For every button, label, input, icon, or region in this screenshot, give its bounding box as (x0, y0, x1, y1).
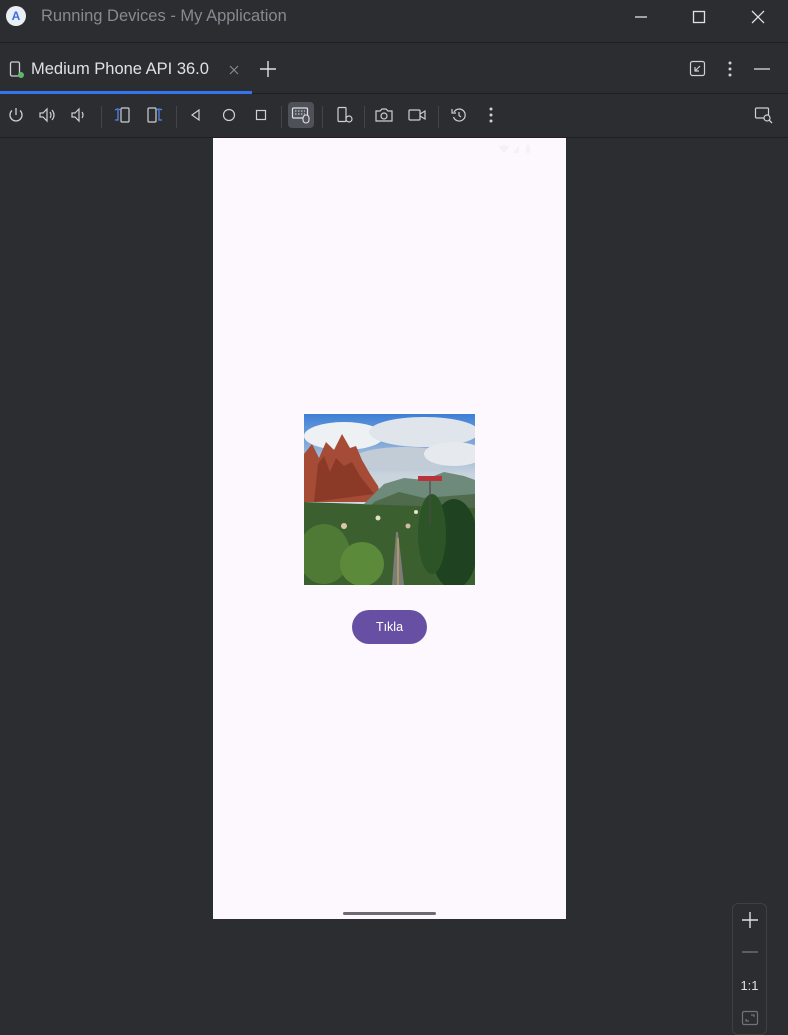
rotate-left-icon (114, 107, 130, 123)
device-explorer-button[interactable] (751, 102, 777, 128)
actual-size-button[interactable]: 1:1 (733, 970, 766, 1000)
keyboard-mouse-toggle[interactable] (288, 102, 314, 128)
screenshot-icon (375, 108, 393, 122)
hide-panel-icon[interactable] (753, 67, 771, 71)
rotate-right-icon (147, 107, 163, 123)
zoom-controls: 1:1 (732, 903, 767, 1035)
tab-label: Medium Phone API 36.0 (31, 60, 209, 78)
device-settings-icon (337, 106, 353, 123)
device-toolbar (0, 94, 788, 138)
home-button[interactable] (216, 102, 242, 128)
minus-icon (741, 951, 758, 953)
fit-screen-icon (741, 1010, 758, 1026)
power-button[interactable] (3, 102, 29, 128)
home-icon (222, 108, 236, 122)
volume-up-icon (39, 107, 55, 123)
reset-button[interactable] (446, 102, 472, 128)
status-icons (499, 145, 530, 153)
back-icon (190, 108, 200, 122)
minimize-window-button[interactable] (613, 0, 669, 34)
add-tab-icon[interactable] (259, 60, 277, 78)
zoom-out-button[interactable] (733, 937, 766, 967)
volume-down-button[interactable] (66, 102, 92, 128)
keyboard-mouse-icon (291, 107, 310, 124)
maximize-window-button[interactable] (671, 0, 727, 34)
tab-bar: Medium Phone API 36.0 (0, 42, 788, 94)
reset-icon (451, 108, 466, 122)
screen-record-button[interactable] (404, 102, 430, 128)
more-icon (489, 107, 493, 123)
gesture-nav-handle[interactable] (343, 912, 436, 915)
close-icon (751, 10, 765, 24)
window-title: Running Devices - My Application (41, 7, 287, 25)
tab-options-icon[interactable] (726, 60, 734, 78)
screen-record-icon (408, 109, 426, 121)
power-icon (9, 108, 23, 122)
close-tab-icon[interactable] (229, 65, 239, 75)
tab-medium-phone[interactable]: Medium Phone API 36.0 (0, 43, 252, 94)
overview-icon (255, 109, 267, 121)
device-settings-button[interactable] (332, 102, 358, 128)
back-button[interactable] (183, 102, 209, 128)
volume-down-icon (71, 107, 84, 123)
device-icon (9, 61, 24, 78)
close-window-button[interactable] (730, 0, 786, 34)
maximize-icon (692, 10, 706, 24)
android-studio-logo-icon: A (6, 6, 26, 26)
tikla-button[interactable]: Tıkla (352, 610, 427, 644)
zoom-in-button[interactable] (733, 905, 766, 935)
rotate-right-button[interactable] (142, 102, 168, 128)
device-explorer-icon (754, 107, 773, 124)
volume-up-button[interactable] (35, 102, 61, 128)
overview-button[interactable] (248, 102, 274, 128)
plus-icon (741, 912, 758, 928)
minimize-icon (635, 16, 647, 18)
title-bar: A Running Devices - My Application (0, 0, 788, 34)
restore-layout-icon[interactable] (689, 60, 706, 77)
device-viewport: Tıkla 1:1 (0, 138, 788, 1035)
screenshot-button[interactable] (371, 102, 397, 128)
landscape-image (304, 414, 475, 585)
more-options-button[interactable] (478, 102, 504, 128)
phone-screen[interactable]: Tıkla (213, 138, 566, 919)
status-bar (213, 138, 566, 160)
rotate-left-button[interactable] (109, 102, 135, 128)
fit-screen-button[interactable] (733, 1003, 766, 1033)
